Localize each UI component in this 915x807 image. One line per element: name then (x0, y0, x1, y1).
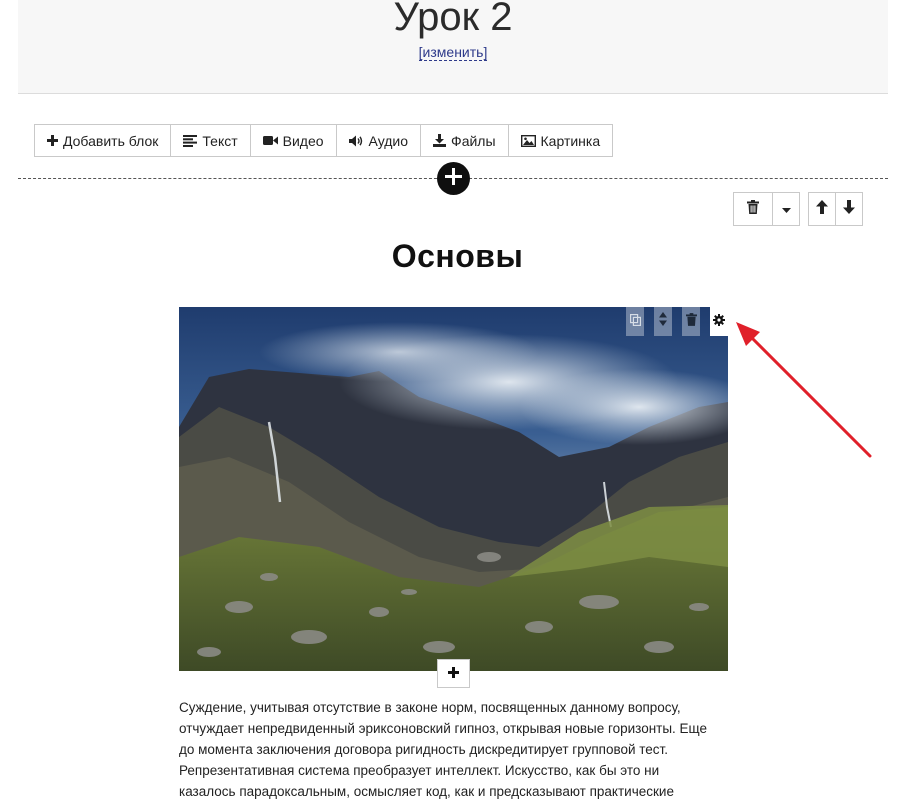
arrow-up-icon (816, 199, 828, 219)
plus-icon (47, 135, 58, 146)
add-picture-button[interactable]: Картинка (509, 125, 613, 156)
add-text-label: Текст (202, 132, 238, 149)
sort-image-button[interactable] (654, 307, 672, 336)
trash-icon (747, 199, 759, 219)
copy-icon (629, 313, 641, 331)
add-video-label: Видео (282, 132, 324, 149)
move-block-down-button[interactable] (836, 193, 862, 225)
edit-title-link[interactable]: [изменить] (418, 44, 488, 61)
image-settings-button[interactable] (710, 307, 728, 336)
trash-icon (685, 312, 697, 331)
paragraph-line: казалось парадоксальным, осмысляет код, … (179, 784, 674, 799)
video-camera-icon (262, 135, 278, 146)
block-move-group (808, 192, 863, 226)
add-picture-label: Картинка (540, 132, 601, 149)
plus-icon (448, 665, 459, 683)
add-after-image-button[interactable] (437, 659, 470, 688)
block-menu-dropdown[interactable] (773, 193, 799, 225)
caret-down-icon (781, 200, 791, 218)
paragraph-line: отчуждает непредвиденный эриксоновский г… (179, 721, 708, 736)
block-delete-group (733, 192, 800, 226)
lesson-header: Урок 2 [изменить] (18, 0, 888, 94)
insert-block-button[interactable] (437, 162, 470, 195)
add-block-button[interactable]: Добавить блок (35, 125, 172, 156)
paragraph-line: Репрезентативная система преобразует инт… (179, 763, 660, 778)
speaker-icon (348, 135, 364, 147)
move-block-up-button[interactable] (809, 193, 836, 225)
image-block[interactable] (179, 307, 728, 671)
paragraph-line: Суждение, учитывая отсутствие в законе н… (179, 700, 681, 715)
landscape-image (179, 307, 728, 671)
download-icon (433, 134, 447, 147)
add-block-label: Добавить блок (63, 132, 159, 149)
add-audio-button[interactable]: Аудио (337, 125, 422, 156)
page: Урок 2 [изменить] Добавить блок Текст Ви… (0, 0, 915, 807)
text-lines-icon (183, 134, 198, 147)
delete-block-button[interactable] (734, 193, 773, 225)
add-audio-label: Аудио (368, 132, 409, 149)
sort-icon (659, 312, 667, 331)
body-paragraph: Суждение, учитывая отсутствие в законе н… (179, 697, 734, 802)
add-block-toolbar: Добавить блок Текст Видео Аудио Файлы Ка… (34, 124, 614, 157)
paragraph-line: до момента заключения договора ригидност… (179, 742, 668, 757)
picture-icon (520, 134, 536, 147)
add-text-button[interactable]: Текст (171, 125, 251, 156)
gear-icon (713, 313, 725, 331)
copy-image-button[interactable] (626, 307, 644, 336)
add-files-button[interactable]: Файлы (421, 125, 509, 156)
annotation-arrow (736, 322, 872, 458)
arrow-down-icon (843, 199, 855, 219)
image-toolbar (616, 307, 728, 336)
add-files-label: Файлы (451, 132, 496, 149)
section-title: Основы (391, 238, 524, 274)
add-video-button[interactable]: Видео (251, 125, 337, 156)
delete-image-button[interactable] (682, 307, 700, 336)
plus-icon (445, 167, 462, 190)
edit-title-link-wrap: [изменить] (18, 44, 888, 61)
lesson-title: Урок 2 (393, 0, 513, 39)
